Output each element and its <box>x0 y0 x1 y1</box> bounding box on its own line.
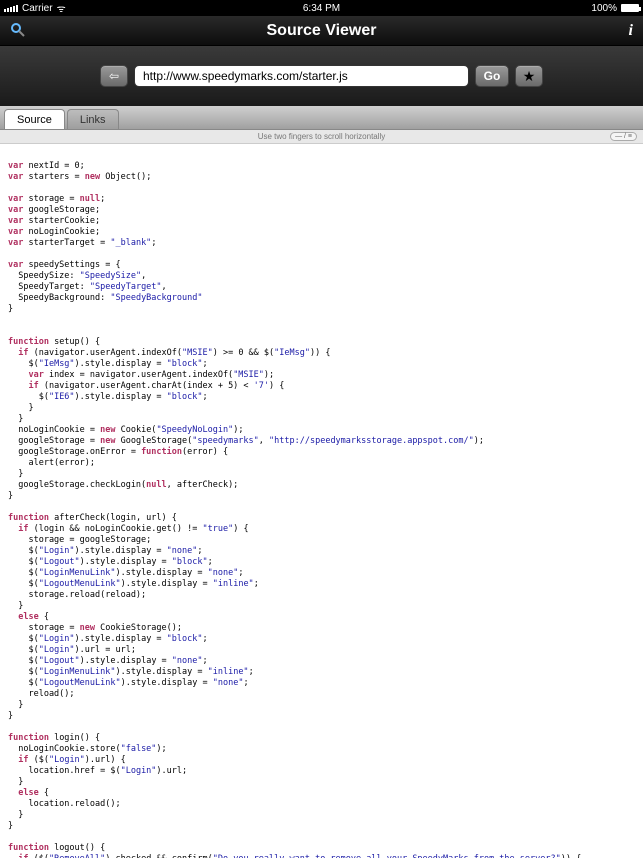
back-button[interactable]: ⇦ <box>100 65 128 87</box>
source-code-view[interactable]: var nextId = 0; var starters = new Objec… <box>0 144 643 858</box>
status-bar: Carrier ᯤ 6:34 PM 100% <box>0 0 643 16</box>
title-bar: Source Viewer i <box>0 16 643 46</box>
carrier-label: Carrier <box>22 3 53 14</box>
page-title: Source Viewer <box>267 22 377 40</box>
tab-links[interactable]: Links <box>67 109 119 129</box>
toolbar: ⇦ http://www.speedymarks.com/starter.js … <box>0 46 643 106</box>
hint-bar: Use two fingers to scroll horizontally —… <box>0 130 643 144</box>
battery-pct: 100% <box>591 3 617 14</box>
info-icon[interactable]: i <box>629 22 633 40</box>
go-button[interactable]: Go <box>475 65 509 87</box>
tab-bar: Source Links <box>0 106 643 130</box>
wrap-toggle-button[interactable]: — / ≡ <box>610 132 637 141</box>
bookmark-button[interactable]: ★ <box>515 65 543 87</box>
search-icon[interactable] <box>10 22 26 43</box>
tab-source[interactable]: Source <box>4 109 65 129</box>
scroll-hint: Use two fingers to scroll horizontally <box>258 132 386 141</box>
clock: 6:34 PM <box>303 3 340 14</box>
url-input[interactable]: http://www.speedymarks.com/starter.js <box>134 65 469 87</box>
signal-icon <box>4 5 18 12</box>
wifi-icon: ᯤ <box>57 1 66 15</box>
battery-icon <box>621 4 639 12</box>
